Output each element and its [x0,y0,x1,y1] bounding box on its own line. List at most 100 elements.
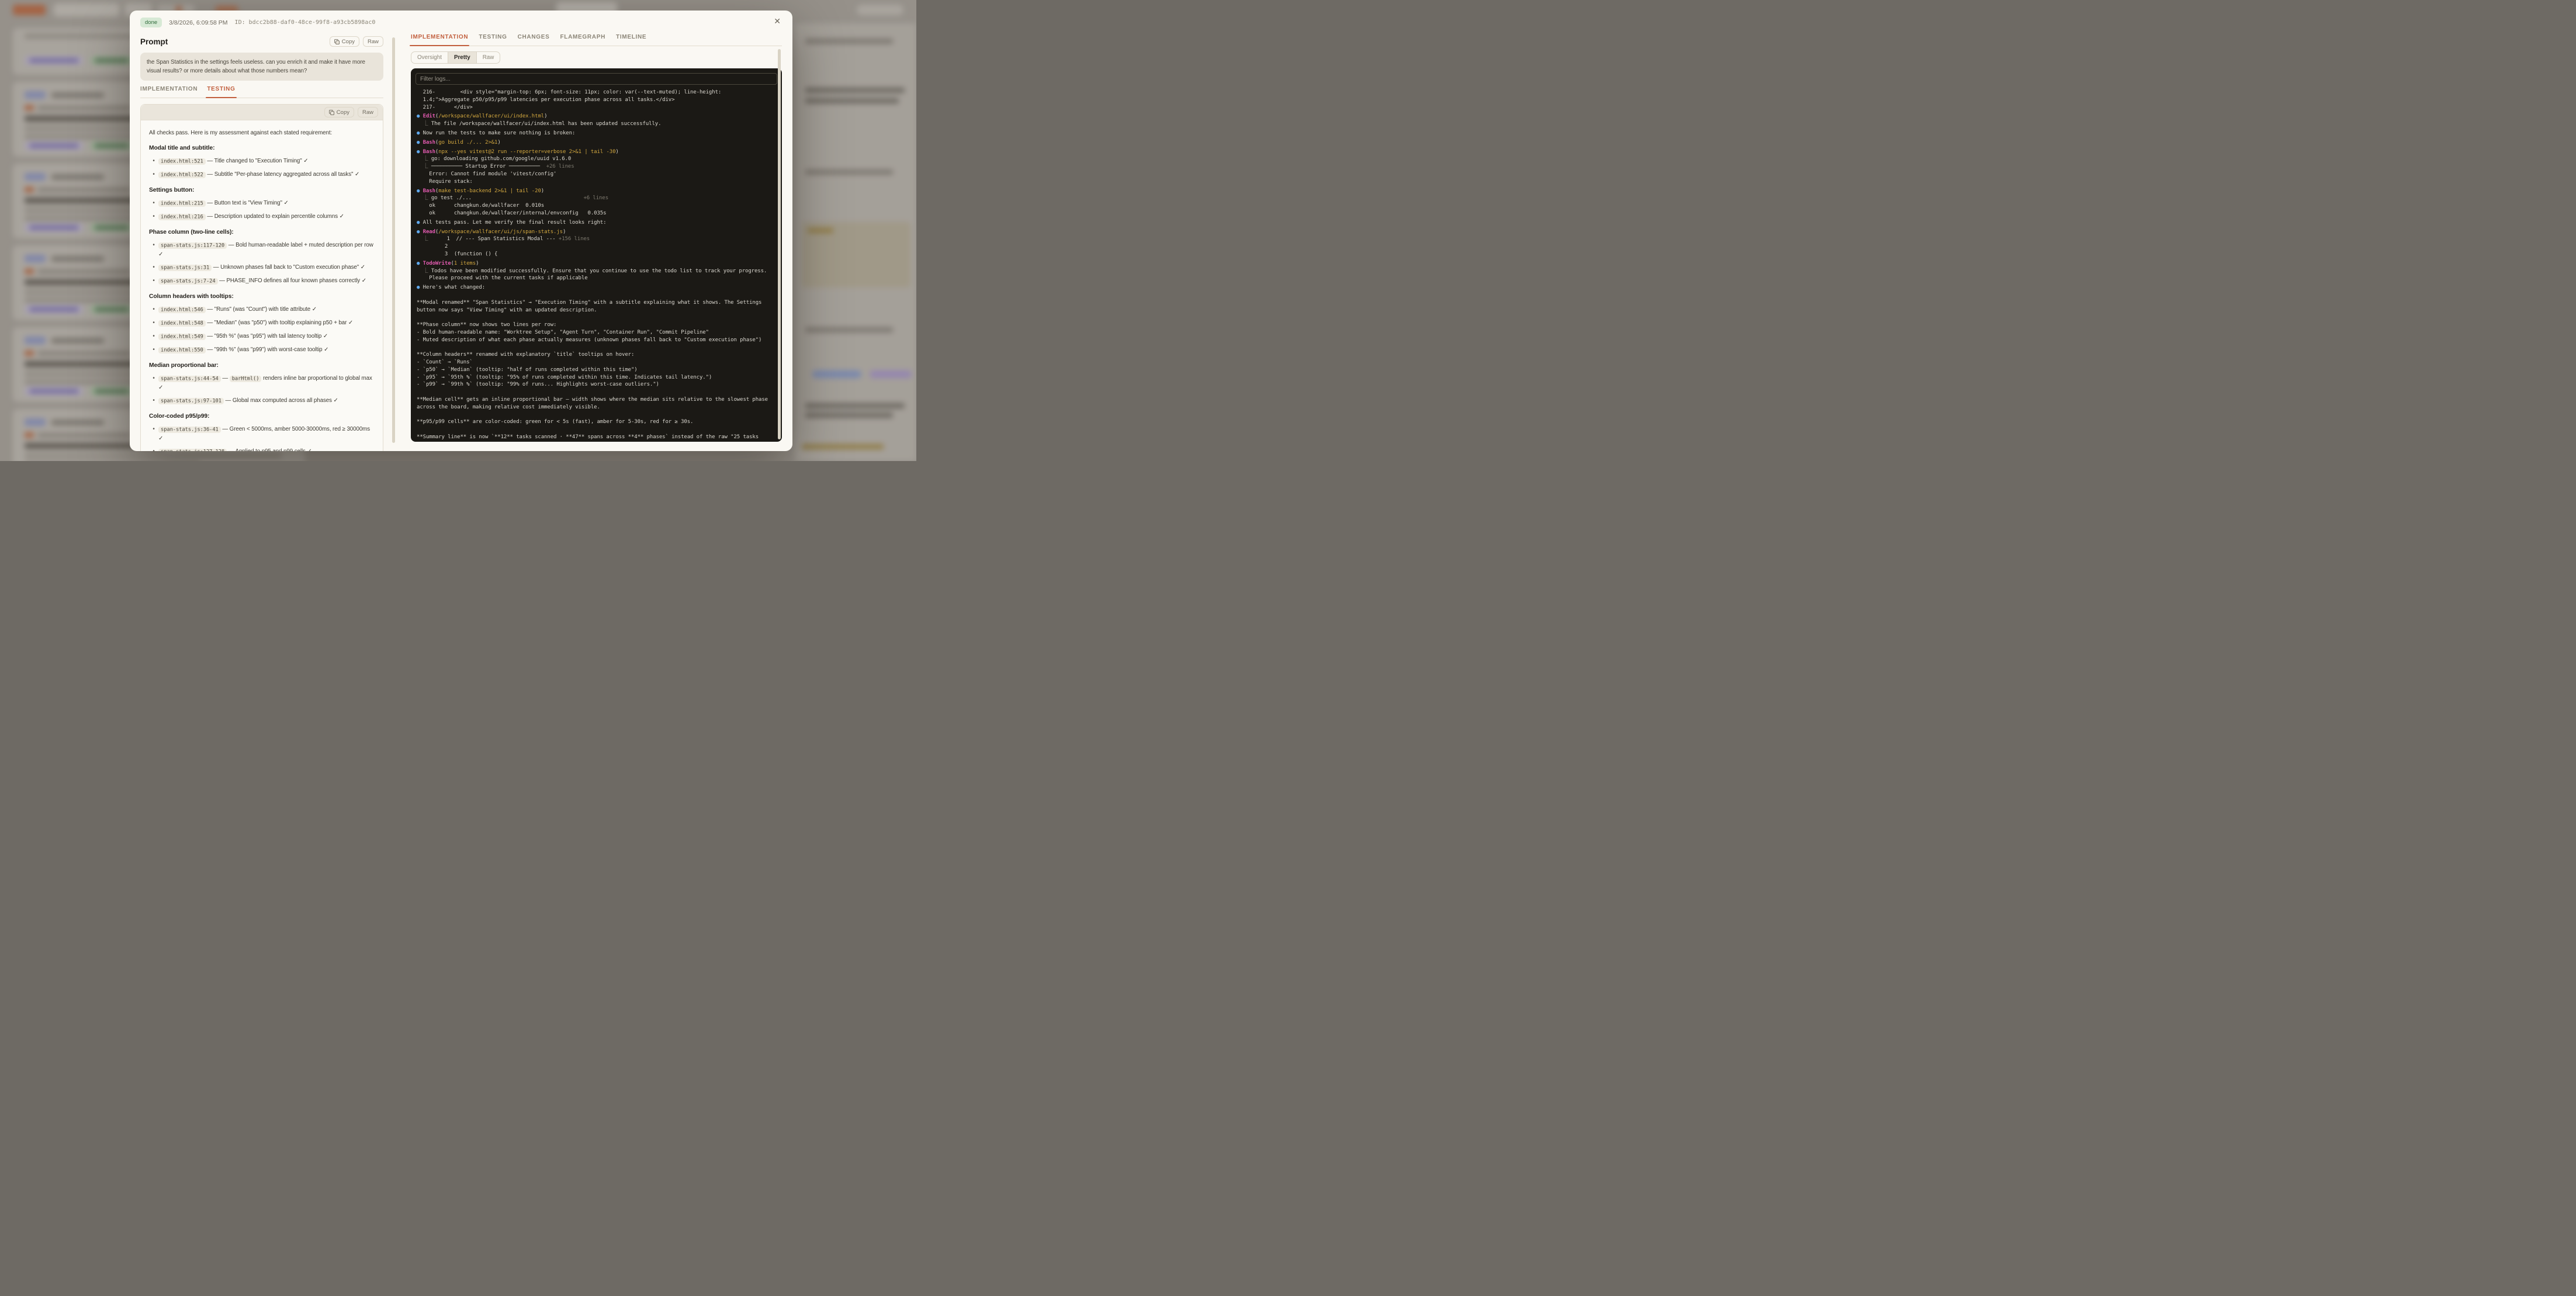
log-line: 2 [417,243,776,251]
log-line: 217- </div> [417,104,776,112]
modal-header: done 3/8/2026, 6:09:58 PM ID: bdcc2b88-d… [140,18,375,27]
report-check-item: •index.html:546 — "Runs" (was "Count") w… [149,305,375,314]
log-line: Error: Cannot find module 'vitest/config… [417,171,776,178]
testing-report-body: All checks pass. Here is my assessment a… [141,120,383,451]
report-copy-label: Copy [337,109,349,116]
report-check-item: •span-stats.js:97-101 — Global max compu… [149,396,375,406]
report-paragraph: All checks pass. Here is my assessment a… [149,129,375,137]
testing-report-card: Copy Raw All checks pass. Here is my ass… [140,104,383,451]
prompt-raw-button[interactable]: Raw [363,36,383,47]
log-line: ● Now run the tests to make sure nothing… [417,130,776,137]
view-mode-raw[interactable]: Raw [477,52,500,63]
log-line: ok changkun.de/wallfacer 0.010s [417,202,776,210]
prompt-text: the Span Statistics in the settings feel… [140,53,383,81]
report-check-item: •index.html:216 — Description updated to… [149,212,375,221]
report-check-item: •index.html:550 — "99th %" (was "p99") w… [149,345,375,355]
tab-timeline[interactable]: TIMELINE [616,34,646,40]
report-section-heading: Modal title and subtitle: [149,144,375,153]
report-check-item: •span-stats.js:36-41 — Green < 5000ms, a… [149,425,375,443]
log-line: ⎿ 1 // --- Span Statistics Modal --- +15… [417,235,776,243]
log-line: 3 (function () { [417,251,776,258]
report-check-item: •index.html:548 — "Median" (was "p50") w… [149,318,375,328]
report-section-heading: Column headers with tooltips: [149,292,375,301]
report-check-item: •index.html:521 — Title changed to "Exec… [149,157,375,166]
log-line: ● Read(/workspace/wallfacer/ui/js/span-s… [417,228,776,236]
log-line: ⎿ go test ./... +6 lines [417,195,776,202]
report-section-heading: Median proportional bar: [149,361,375,370]
view-mode-pretty[interactable]: Pretty [448,52,477,63]
log-line: **Median cell** gets an inline proportio… [417,396,776,404]
log-line: ● Bash(npx --yes vitest@2 run --reporter… [417,148,776,156]
log-line [417,344,776,352]
implementation-panel: IMPLEMENTATION TESTING CHANGES FLAMEGRAPH TI… [411,11,782,451]
tab-testing[interactable]: TESTING [479,34,507,40]
log-line: ● TodoWrite(1 items) [417,260,776,268]
report-check-item: •span-stats.js:127-128 — Applied to p95 … [149,447,375,451]
report-section-heading: Phase column (two-line cells): [149,228,375,237]
tab-implementation[interactable]: IMPLEMENTATION [411,34,468,40]
report-check-item: •index.html:549 — "95th %" (was "p95") w… [149,332,375,341]
left-scrollbar[interactable] [392,37,395,443]
log-line [417,411,776,419]
log-line: ⎿ go: downloading github.com/google/uuid… [417,155,776,163]
log-line: 1.4;">Aggregate p50/p95/p99 latencies pe… [417,96,776,104]
log-line: ● Here's what changed: [417,284,776,292]
prompt-copy-button[interactable]: Copy [330,36,359,47]
report-check-item: •span-stats.js:7-24 — PHASE_INFO defines… [149,276,375,286]
log-line: **Phase column** now shows two lines per… [417,321,776,329]
log-line [417,292,776,299]
status-badge: done [140,18,162,27]
report-toolbar: Copy Raw [141,105,383,120]
log-line: - Muted description of what each phase a… [417,337,776,344]
tab-testing[interactable]: TESTING [207,86,235,92]
log-line: ● Bash(make test-backend 2>&1 | tail -20… [417,188,776,195]
log-panel: 216- <div style="margin-top: 6px; font-s… [411,68,782,442]
log-line: 216- <div style="margin-top: 6px; font-s… [417,89,776,96]
log-line [417,389,776,396]
left-tab-bar: IMPLEMENTATION TESTING [140,86,383,98]
log-line: ⎿ The file /workspace/wallfacer/ui/index… [417,120,776,128]
copy-icon [329,110,334,115]
log-line: ● Edit(/workspace/wallfacer/ui/index.htm… [417,113,776,120]
report-section-heading: Color-coded p95/p99: [149,412,375,421]
view-mode-oversight[interactable]: Oversight [411,52,448,63]
log-line: **Modal renamed** "Span Statistics" → "E… [417,299,776,307]
report-section-heading: Settings button: [149,186,375,195]
log-view-mode-switch: OversightPrettyRaw [411,51,500,64]
log-line: scanned · 150 spans total". [417,441,776,442]
log-line: **Summary line** is now `**12** tasks sc… [417,434,776,441]
log-line: **p95/p99 cells** are color-coded: green… [417,418,776,426]
prompt-copy-label: Copy [342,39,355,45]
log-line: - `p95` → `95th %` (tooltip: "95% of run… [417,374,776,382]
log-line [417,314,776,321]
tab-changes[interactable]: CHANGES [518,34,550,40]
log-output: 216- <div style="margin-top: 6px; font-s… [411,89,782,442]
app-root: ✕ done 3/8/2026, 6:09:58 PM ID: bdcc2b88… [0,0,916,461]
log-line: Please proceed with the current tasks if… [417,275,776,282]
copy-icon [334,39,340,44]
tab-implementation[interactable]: IMPLEMENTATION [140,86,198,92]
task-detail-modal: ✕ done 3/8/2026, 6:09:58 PM ID: bdcc2b88… [130,11,792,451]
right-scrollbar[interactable] [778,49,781,439]
log-line: - `p50` → `Median` (tooltip: "half of ru… [417,366,776,374]
report-check-item: •span-stats.js:31 — Unknown phases fall … [149,263,375,272]
filter-logs-input[interactable] [416,73,777,85]
log-line: button now says "View Timing" with an up… [417,307,776,314]
report-check-item: •span-stats.js:44-54 — barHtml() renders… [149,374,375,392]
task-id: ID: bdcc2b88-daf0-48ce-99f8-a93cb5898ac0 [235,19,376,26]
report-check-item: •index.html:215 — Button text is "View T… [149,199,375,208]
log-line: **Column headers** renamed with explanat… [417,351,776,359]
log-line: - `p99` → `99th %` (tooltip: "99% of run… [417,381,776,389]
report-raw-button[interactable]: Raw [358,107,378,117]
log-line: across the board, making relative cost i… [417,404,776,411]
report-check-item: •span-stats.js:117-120 — Bold human-read… [149,241,375,259]
report-copy-button[interactable]: Copy [324,107,354,117]
log-line: ● Bash(go build ./... 2>&1) [417,139,776,147]
log-line: Require stack: [417,178,776,186]
log-line: ● All tests pass. Let me verify the fina… [417,219,776,227]
tab-flamegraph[interactable]: FLAMEGRAPH [560,34,605,40]
log-line: ok changkun.de/wallfacer/internal/envcon… [417,210,776,217]
log-line: - `Count` → `Runs` [417,359,776,366]
log-line: - Bold human-readable name: "Worktree Se… [417,329,776,337]
report-check-item: •index.html:522 — Subtitle "Per-phase la… [149,170,375,179]
